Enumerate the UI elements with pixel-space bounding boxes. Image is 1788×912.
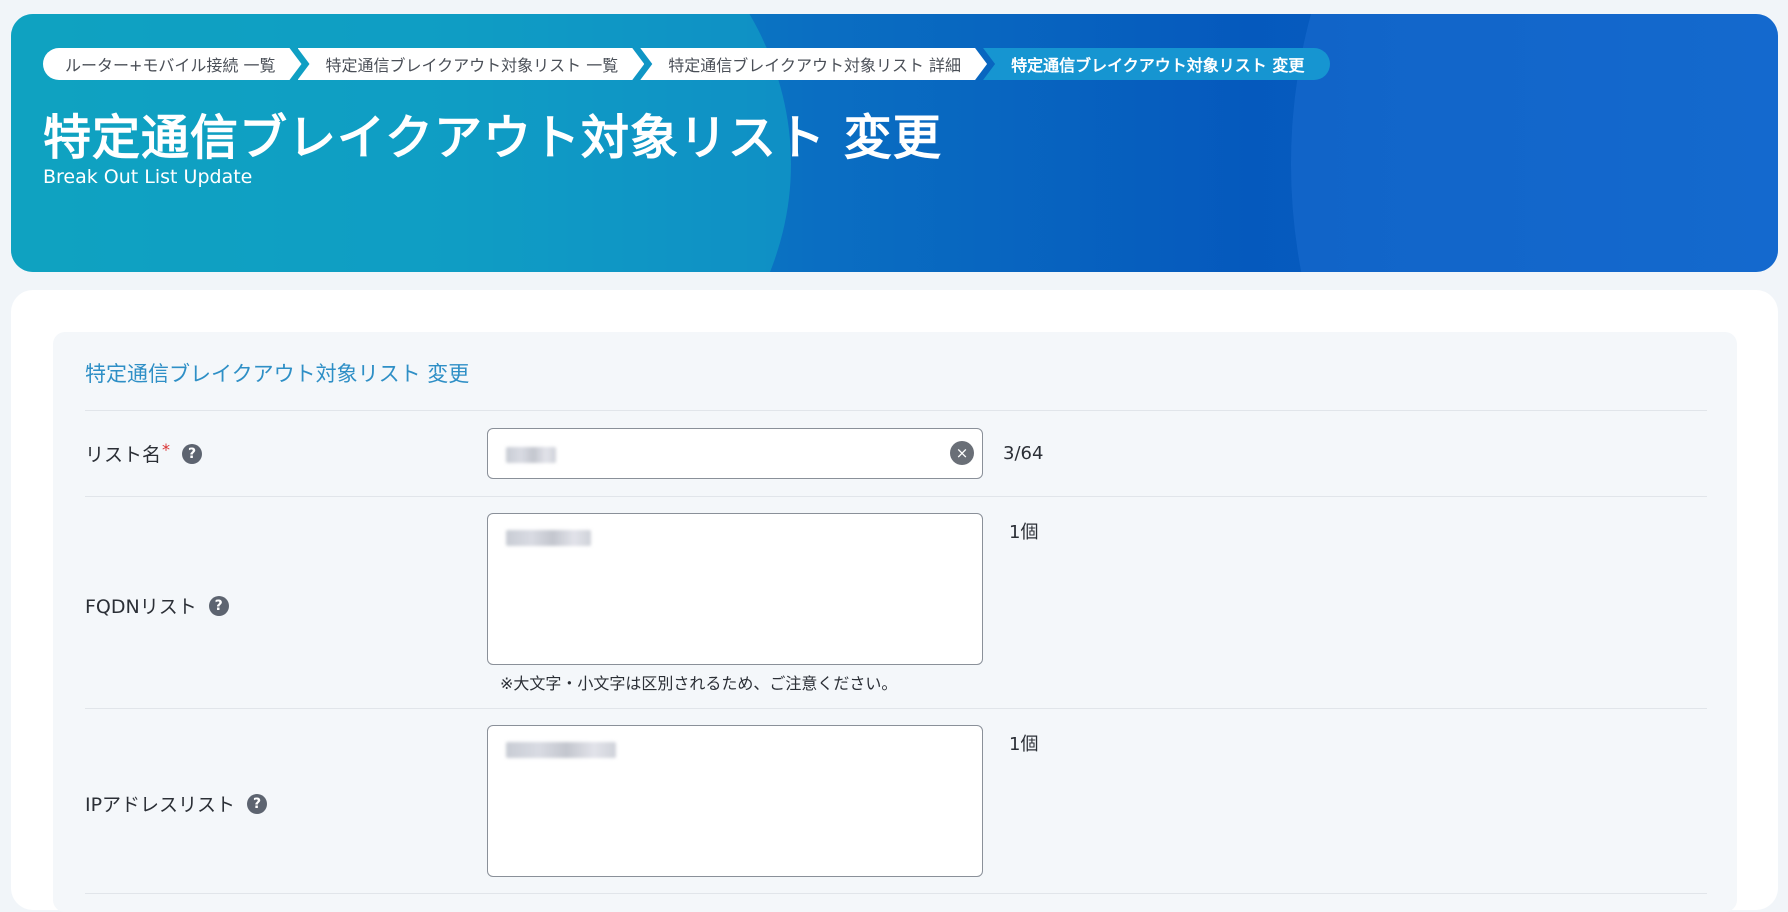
decorative-shape (1291, 14, 1778, 272)
help-icon[interactable]: ? (247, 793, 268, 814)
required-mark: * (162, 440, 171, 459)
redacted-value (506, 530, 591, 546)
section-title: 特定通信ブレイクアウト対象リスト 変更 (85, 362, 470, 386)
divider (85, 893, 1707, 894)
fqdn-list-textarea[interactable] (487, 513, 983, 665)
breadcrumb-item-breakout-detail[interactable]: 特定通信ブレイクアウト対象リスト 詳細 (640, 48, 987, 80)
case-sensitivity-note: ※大文字・小文字は区別されるため、ご注意ください。 (500, 674, 898, 693)
list-name-label-text: リスト名 (85, 444, 162, 466)
ip-list-label-text: IPアドレスリスト (85, 794, 236, 816)
breadcrumb-item-router-mobile-list[interactable]: ルーター+モバイル接続 一覧 (43, 48, 302, 80)
fqdn-list-count: 1個 (1009, 522, 1039, 543)
divider (85, 708, 1707, 709)
page-header-banner: ルーター+モバイル接続 一覧 特定通信ブレイクアウト対象リスト 一覧 特定通信ブ… (11, 14, 1778, 272)
list-name-input[interactable]: × (487, 428, 983, 479)
help-icon[interactable]: ? (182, 443, 203, 464)
ip-list-textarea[interactable] (487, 725, 983, 877)
list-name-label: リスト名 * ? (85, 440, 203, 467)
list-name-char-counter: 3/64 (1003, 443, 1044, 464)
clear-icon[interactable]: × (950, 441, 974, 465)
redacted-value (506, 742, 616, 758)
help-icon[interactable]: ? (208, 595, 229, 616)
divider (85, 410, 1707, 411)
breadcrumb: ルーター+モバイル接続 一覧 特定通信ブレイクアウト対象リスト 一覧 特定通信ブ… (43, 48, 1331, 80)
redacted-value (506, 447, 556, 463)
fqdn-list-label: FQDNリスト ? (85, 592, 229, 619)
ip-list-count: 1個 (1009, 734, 1039, 755)
breadcrumb-item-current: 特定通信ブレイクアウト対象リスト 変更 (983, 48, 1331, 80)
divider (85, 496, 1707, 497)
page-subtitle: Break Out List Update (43, 166, 253, 188)
ip-list-label: IPアドレスリスト ? (85, 790, 268, 817)
page-title: 特定通信ブレイクアウト対象リスト 変更 (43, 110, 942, 166)
breadcrumb-item-breakout-list[interactable]: 特定通信ブレイクアウト対象リスト 一覧 (298, 48, 645, 80)
fqdn-list-label-text: FQDNリスト (85, 596, 197, 618)
